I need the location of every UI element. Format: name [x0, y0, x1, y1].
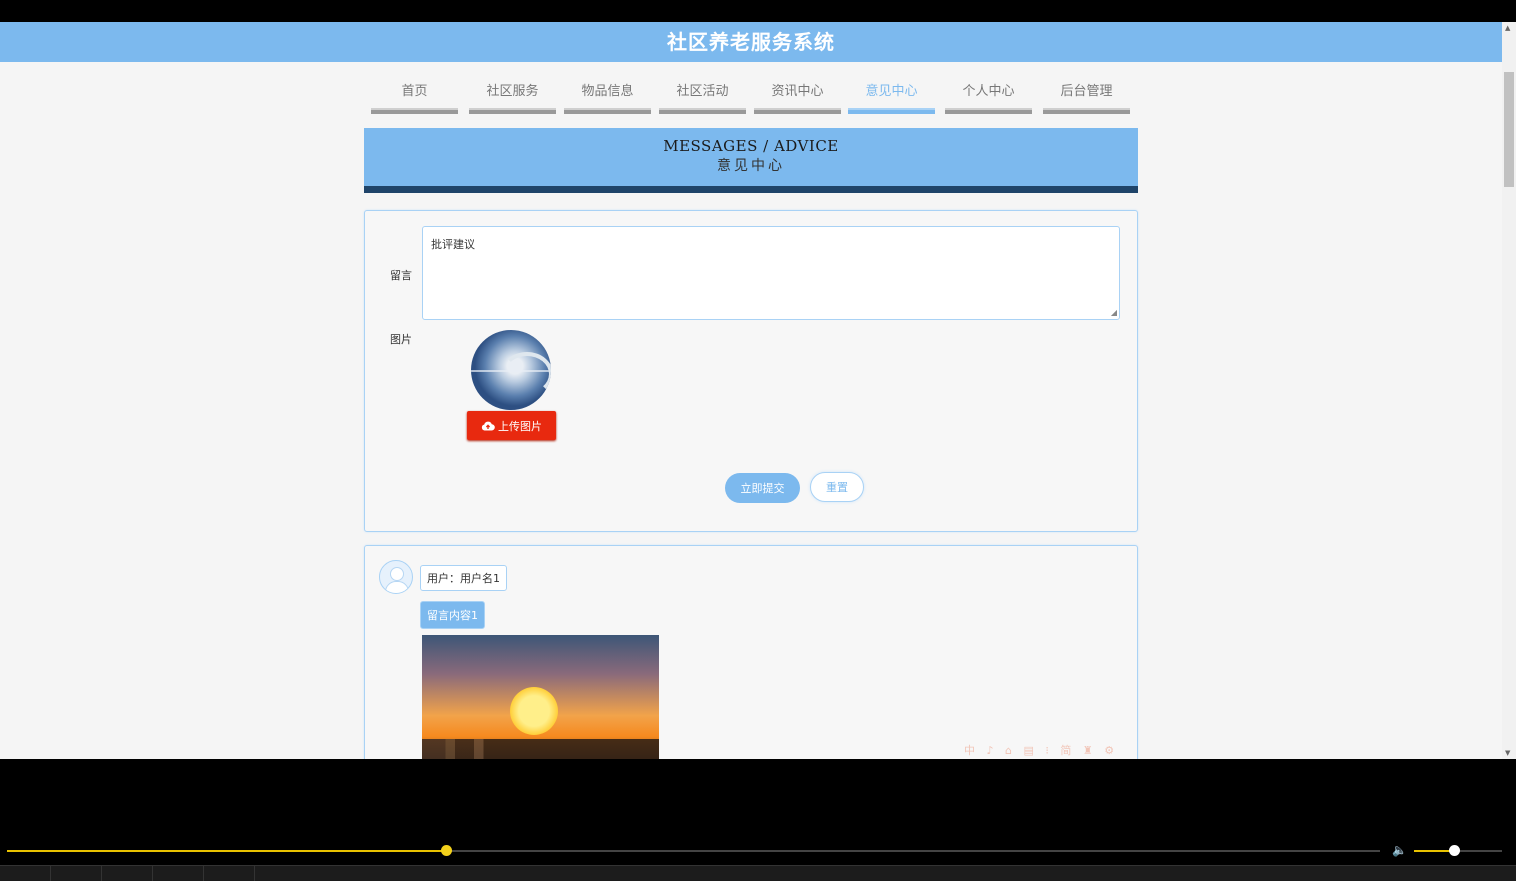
message-content: 留言内容1 [420, 601, 485, 629]
ime-toolbar[interactable]: 中 ♪ ⌂ ▤ ⁝ 简 ♜ ⚙ [964, 742, 1118, 758]
nav-item-admin[interactable]: 后台管理 [1043, 70, 1130, 114]
volume-level [1414, 850, 1454, 852]
seek-handle[interactable] [441, 845, 453, 856]
taskbar [0, 865, 1516, 881]
nav-underline [1043, 108, 1130, 114]
scroll-down-icon[interactable]: ▼ [1505, 749, 1510, 757]
scroll-thumb[interactable] [1504, 72, 1514, 187]
user-avatar-icon [379, 560, 413, 594]
window-top-bar [0, 0, 1516, 22]
upload-label: 上传图片 [498, 420, 542, 433]
nav-underline [564, 108, 651, 114]
page-scrollbar[interactable]: ▲ ▼ [1502, 22, 1516, 759]
nav-label: 意见中心 [865, 84, 918, 99]
scroll-up-icon[interactable]: ▲ [1505, 24, 1510, 32]
nav-underline [469, 108, 556, 114]
taskbar-slot[interactable] [0, 866, 51, 881]
uploaded-image-preview [471, 330, 551, 410]
section-banner: MESSAGES / ADVICE 意见中心 [364, 128, 1138, 193]
message-list: 用户：用户名1 留言内容1 [364, 545, 1138, 759]
cloud-upload-icon [481, 421, 495, 431]
image-label: 图片 [390, 333, 412, 346]
nav-item-home[interactable]: 首页 [371, 70, 458, 114]
nav-label: 社区服务 [486, 84, 539, 99]
message-username: 用户：用户名1 [420, 565, 507, 591]
upload-image-button[interactable]: 上传图片 [467, 411, 556, 440]
volume-slider[interactable] [1414, 845, 1502, 856]
message-textarea[interactable]: 批评建议 ◢ [422, 226, 1120, 320]
nav-item-feedback-center[interactable]: 意见中心 [848, 70, 935, 114]
nav-item-community-service[interactable]: 社区服务 [469, 70, 556, 114]
seek-bar[interactable] [7, 845, 1380, 856]
nav-label: 后台管理 [1060, 84, 1113, 99]
reset-button[interactable]: 重置 [810, 472, 864, 502]
resize-handle-icon[interactable]: ◢ [1111, 308, 1117, 317]
image-bridge [501, 352, 551, 396]
nav-underline [945, 108, 1032, 114]
volume-icon[interactable]: 🔈 [1392, 843, 1407, 857]
avatar-head [390, 567, 404, 581]
taskbar-slot[interactable] [102, 866, 153, 881]
nav-underline [371, 108, 458, 114]
main-nav: 首页 社区服务 物品信息 社区活动 资讯中心 意见中心 个人中心 后台管理 [364, 70, 1138, 116]
nav-underline [659, 108, 746, 114]
nav-item-community-activity[interactable]: 社区活动 [659, 70, 746, 114]
nav-label: 资讯中心 [771, 84, 824, 99]
image-city [422, 739, 659, 759]
image-sun [510, 687, 558, 735]
site-title: 社区养老服务系统 [667, 30, 835, 54]
taskbar-slot[interactable] [204, 866, 255, 881]
video-player-controls: 🔈 [0, 759, 1516, 880]
volume-handle[interactable] [1448, 845, 1460, 856]
banner-title-cn: 意见中心 [717, 158, 785, 174]
browser-viewport: 社区养老服务系统 首页 社区服务 物品信息 社区活动 资讯中心 意见中心 个人中… [0, 22, 1502, 759]
message-label: 留言 [390, 269, 412, 282]
nav-label: 首页 [401, 84, 428, 99]
nav-underline [754, 108, 841, 114]
message-image [422, 635, 659, 759]
avatar-body [385, 581, 409, 593]
nav-underline [848, 108, 935, 114]
feedback-form: 留言 批评建议 ◢ 图片 上传图片 立即提交 重置 [364, 210, 1138, 532]
nav-label: 物品信息 [581, 84, 634, 99]
message-text: 批评建议 [431, 238, 475, 251]
taskbar-slot[interactable] [51, 866, 102, 881]
taskbar-slot[interactable] [153, 866, 204, 881]
nav-label: 个人中心 [962, 84, 1015, 99]
nav-item-goods-info[interactable]: 物品信息 [564, 70, 651, 114]
nav-label: 社区活动 [676, 84, 729, 99]
site-header: 社区养老服务系统 [0, 22, 1502, 62]
submit-button[interactable]: 立即提交 [725, 473, 800, 503]
nav-item-news-center[interactable]: 资讯中心 [754, 70, 841, 114]
nav-item-personal-center[interactable]: 个人中心 [945, 70, 1032, 114]
seek-progress [7, 850, 447, 852]
banner-title-en: MESSAGES / ADVICE [663, 137, 839, 155]
